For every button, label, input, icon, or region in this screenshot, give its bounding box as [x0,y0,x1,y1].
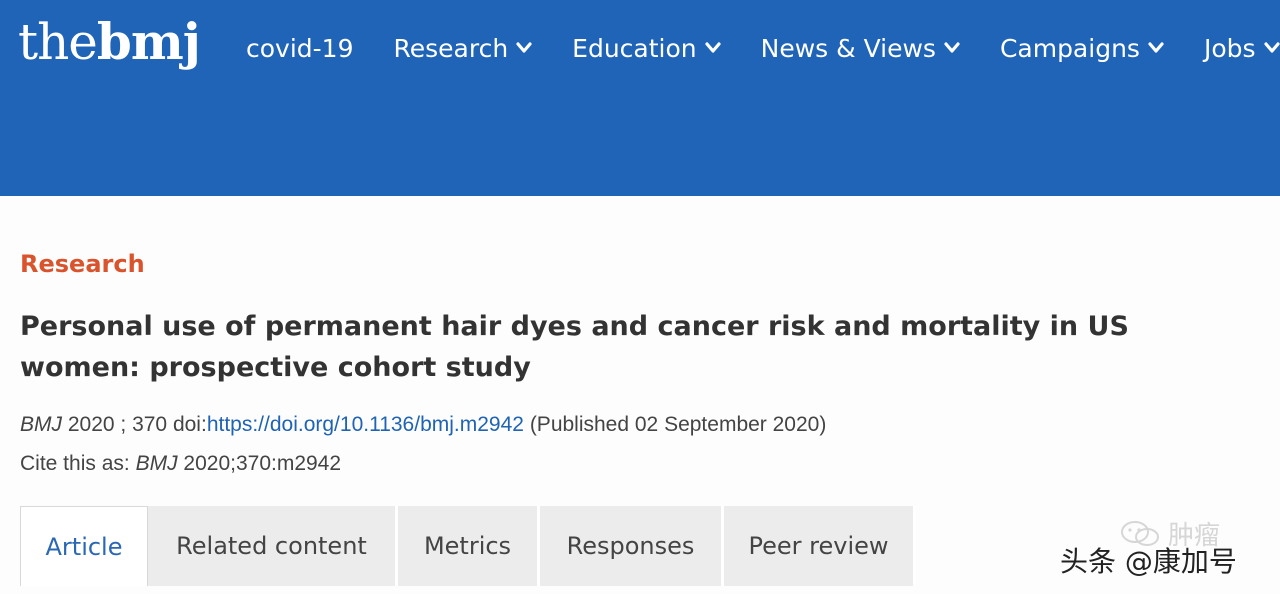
tab-responses[interactable]: Responses [540,506,724,586]
chevron-down-icon [705,42,721,53]
logo-bmj-text: bmj [96,12,201,71]
page: the bmj covid-19 Research Education News … [0,0,1280,594]
article-title: Personal use of permanent hair dyes and … [20,311,1129,383]
main-nav: covid-19 Research Education News & Views… [246,30,1280,66]
tab-article[interactable]: Article [20,506,148,586]
tab-metrics[interactable]: Metrics [398,506,540,586]
citation-journal: BMJ [20,413,62,436]
nav-item-campaigns[interactable]: Campaigns [1000,34,1164,63]
chevron-down-icon [1148,42,1164,53]
tab-label: Article [45,532,123,561]
logo-the-text: the [18,13,98,71]
nav-item-label: Jobs [1203,33,1256,63]
nav-item-news-views[interactable]: News & Views [761,34,960,63]
citation-line: BMJ 2020 ; 370 doi:https://doi.org/10.11… [20,413,826,437]
nav-item-jobs[interactable]: Jobs [1204,34,1280,63]
nav-item-label: covid-19 [246,33,354,63]
nav-item-label: Campaigns [999,33,1140,63]
watermark-main: 头条 @康加号 [1060,545,1237,578]
doi-link[interactable]: https://doi.org/10.1136/bmj.m2942 [207,413,524,436]
tab-label: Metrics [423,532,512,560]
citation-year-volume: 2020 ; 370 [67,413,168,436]
article-tabs: Article Related content Metrics Response… [20,506,916,586]
nav-item-education[interactable]: Education [572,33,721,63]
chevron-down-icon [944,42,960,53]
chevron-down-icon [1263,42,1280,53]
nav-item-label: News & Views [760,33,936,63]
tab-label: Related content [176,532,367,560]
bmj-logo[interactable]: the bmj [18,12,201,76]
cite-as-line: Cite this as: BMJ 2020;370:m2942 [20,452,341,476]
cite-as-journal: BMJ [135,452,178,475]
chevron-down-icon [516,42,532,53]
tab-peer-review[interactable]: Peer review [724,506,916,586]
cite-as-prefix: Cite this as: [20,452,130,475]
nav-item-covid-19[interactable]: covid-19 [246,34,353,63]
published-date: (Published 02 September 2020) [529,413,827,436]
nav-item-label: Education [572,33,697,63]
article-section-label[interactable]: Research [20,250,145,278]
site-header: the bmj covid-19 Research Education News … [0,0,1280,196]
tab-label: Responses [566,532,695,560]
nav-item-label: Research [393,33,509,63]
tab-related-content[interactable]: Related content [148,506,398,586]
cite-as-ref: 2020;370:m2942 [183,452,342,475]
doi-label: doi: [172,413,207,436]
nav-item-research[interactable]: Research [393,34,532,63]
tab-label: Peer review [748,532,889,560]
